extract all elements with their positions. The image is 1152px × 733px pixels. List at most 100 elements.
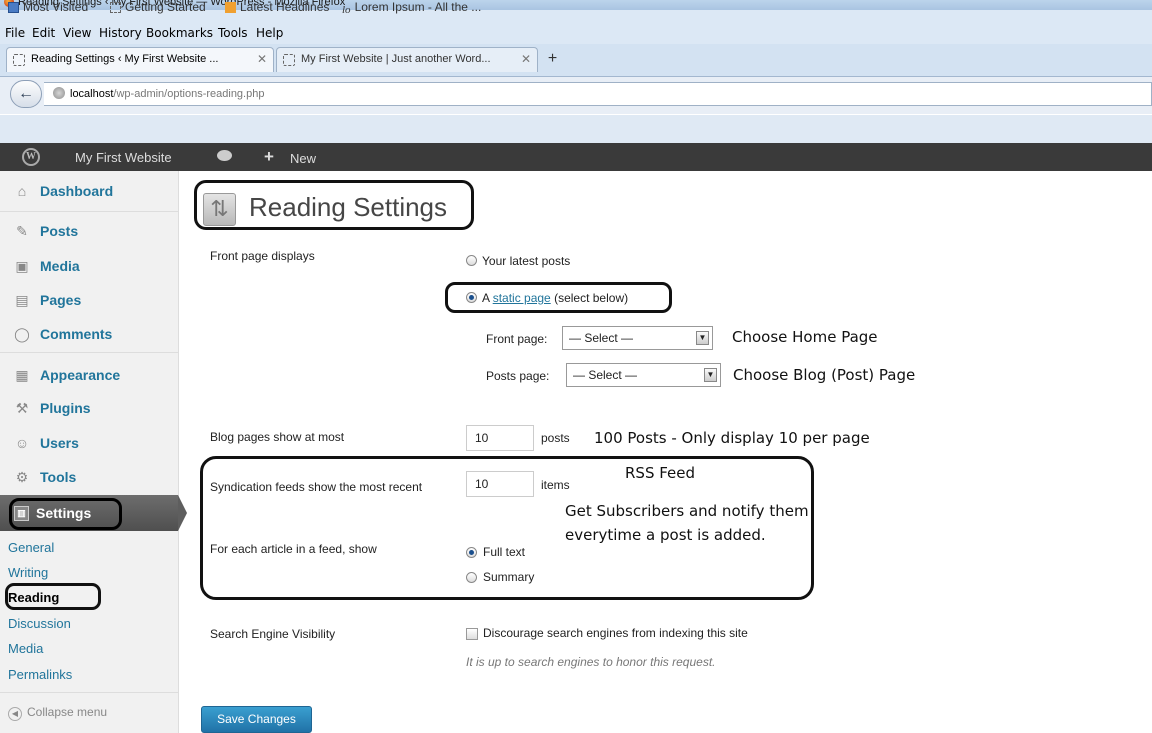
- posts-unit-label: posts: [541, 431, 570, 445]
- page-icon: [13, 54, 25, 66]
- menu-bookmarks[interactable]: Bookmarks: [146, 26, 213, 40]
- collapse-arrow-icon: ◀: [8, 707, 22, 721]
- menu-edit[interactable]: Edit: [32, 26, 55, 40]
- url-path: /wp-admin/options-reading.php: [113, 88, 265, 100]
- address-bar[interactable]: localhost/wp-admin/options-reading.php: [44, 82, 1152, 106]
- sidebar-item-label: Plugins: [40, 400, 91, 416]
- sidebar-divider: [0, 211, 178, 212]
- sidebar-item-dashboard[interactable]: ⌂ Dashboard: [0, 174, 178, 208]
- sidebar-item-label: Pages: [40, 292, 82, 308]
- tools-icon: ⚙: [15, 469, 29, 485]
- sidebar-divider: [0, 692, 178, 693]
- sidebar-item-label: Appearance: [40, 367, 121, 383]
- sidebar-item-posts[interactable]: ✎ Posts: [0, 214, 178, 248]
- menu-history[interactable]: History: [99, 26, 142, 40]
- sidebar-divider: [0, 352, 178, 353]
- globe-icon: [53, 87, 65, 99]
- syndication-label: Syndication feeds show the most recent: [210, 480, 423, 494]
- sidebar-item-label: Media: [40, 258, 80, 274]
- select-value: — Select —: [573, 368, 638, 382]
- front-page-displays-label: Front page displays: [210, 249, 315, 263]
- rss-icon: [225, 2, 236, 13]
- discourage-search-label: Discourage search engines from indexing …: [483, 626, 748, 640]
- sidebar-item-pages[interactable]: ▤ Pages: [0, 283, 178, 317]
- posts-page-label: Posts page:: [486, 369, 550, 383]
- sidebar-item-label: Tools: [40, 469, 77, 485]
- wordpress-logo-icon[interactable]: W: [22, 148, 40, 166]
- new-content-link[interactable]: New: [290, 151, 316, 166]
- search-engine-note: It is up to search engines to honor this…: [466, 655, 716, 669]
- collapse-menu-button[interactable]: ◀ Collapse menu: [8, 705, 107, 721]
- submenu-general[interactable]: General: [8, 540, 54, 555]
- front-page-select[interactable]: — Select — ▼: [562, 326, 713, 350]
- feed-items-input[interactable]: 10: [466, 471, 534, 497]
- menu-bar: File Edit View History Bookmarks Tools H…: [0, 10, 1152, 44]
- home-icon: ⌂: [17, 183, 27, 199]
- sidebar-item-label: Comments: [40, 326, 113, 342]
- close-icon[interactable]: ✕: [257, 52, 267, 66]
- annotation-settings-outline: [9, 498, 122, 530]
- radio-latest-posts-label: Your latest posts: [482, 254, 571, 268]
- bookmark-latest-headlines[interactable]: Latest Headlines: [225, 0, 329, 14]
- annotation-title-outline: [194, 180, 474, 230]
- appearance-icon: ▦: [15, 367, 29, 383]
- annotation-reading-outline: [5, 583, 101, 610]
- radio-full-text-label: Full text: [483, 545, 526, 559]
- pages-icon: ▤: [15, 292, 29, 308]
- sidebar-item-label: Users: [40, 435, 79, 451]
- select-value: — Select —: [569, 331, 634, 345]
- bookmark-icon: [8, 2, 19, 13]
- submenu-media[interactable]: Media: [8, 641, 43, 656]
- radio-latest-posts[interactable]: [466, 255, 477, 266]
- new-tab-button[interactable]: +: [540, 47, 565, 72]
- posts-per-page-input[interactable]: 10: [466, 425, 534, 451]
- pin-icon: ✎: [16, 223, 28, 239]
- sidebar-item-plugins[interactable]: ⚒ Plugins: [0, 391, 178, 425]
- submenu-writing[interactable]: Writing: [8, 565, 48, 580]
- radio-full-text[interactable]: [466, 547, 477, 558]
- items-unit-label: items: [541, 478, 570, 492]
- wp-admin-bar: [0, 143, 1152, 171]
- tab-reading-settings[interactable]: Reading Settings ‹ My First Website ... …: [6, 47, 274, 72]
- bookmark-label: Most Visited: [23, 0, 89, 14]
- sidebar-item-appearance[interactable]: ▦ Appearance: [0, 358, 178, 392]
- close-icon[interactable]: ✕: [521, 52, 531, 66]
- back-button[interactable]: ←: [10, 80, 42, 108]
- radio-summary[interactable]: [466, 572, 477, 583]
- radio-summary-label: Summary: [483, 570, 535, 584]
- posts-page-select[interactable]: — Select — ▼: [566, 363, 721, 387]
- bookmark-lorem-ipsum[interactable]: lo Lorem Ipsum - All the ...: [342, 0, 481, 16]
- comments-icon[interactable]: [217, 150, 232, 161]
- article-feed-label: For each article in a feed, show: [210, 542, 377, 556]
- menu-view[interactable]: View: [63, 26, 91, 40]
- search-engine-visibility-label: Search Engine Visibility: [210, 627, 336, 641]
- site-name-link[interactable]: My First Website: [75, 150, 172, 165]
- submenu-discussion[interactable]: Discussion: [8, 616, 71, 631]
- sidebar-item-label: Posts: [40, 223, 79, 239]
- annotation-posts: 100 Posts - Only display 10 per page: [594, 429, 870, 447]
- bookmarks-toolbar: [0, 115, 1152, 144]
- annotation-subscribers: Get Subscribers and notify them everytim…: [565, 502, 809, 544]
- plug-icon: ⚒: [15, 400, 29, 416]
- plus-icon[interactable]: +: [264, 147, 274, 167]
- media-icon: ▣: [15, 258, 29, 274]
- tab-label: Reading Settings ‹ My First Website ...: [31, 53, 219, 65]
- front-page-label: Front page:: [486, 332, 548, 346]
- sidebar-item-comments[interactable]: ◯ Comments: [0, 317, 178, 351]
- bookmark-getting-started[interactable]: Getting Started: [110, 0, 206, 14]
- submenu-permalinks[interactable]: Permalinks: [8, 667, 72, 682]
- save-changes-button[interactable]: Save Changes: [201, 706, 312, 733]
- menu-tools[interactable]: Tools: [218, 26, 248, 40]
- menu-file[interactable]: File: [5, 26, 25, 40]
- bookmark-most-visited[interactable]: Most Visited: [8, 0, 88, 14]
- comment-bubble-icon: ◯: [14, 326, 30, 342]
- sidebar-item-media[interactable]: ▣ Media: [0, 249, 178, 283]
- discourage-search-checkbox[interactable]: [466, 628, 478, 640]
- annotation-blog-page: Choose Blog (Post) Page: [733, 366, 916, 384]
- sidebar-item-users[interactable]: ☺ Users: [0, 426, 178, 460]
- sidebar-item-tools[interactable]: ⚙ Tools: [0, 460, 178, 494]
- lorem-icon: lo: [342, 4, 351, 16]
- menu-help[interactable]: Help: [256, 26, 283, 40]
- tab-my-first-website[interactable]: My First Website | Just another Word... …: [276, 47, 538, 72]
- bookmark-label: Getting Started: [125, 0, 206, 14]
